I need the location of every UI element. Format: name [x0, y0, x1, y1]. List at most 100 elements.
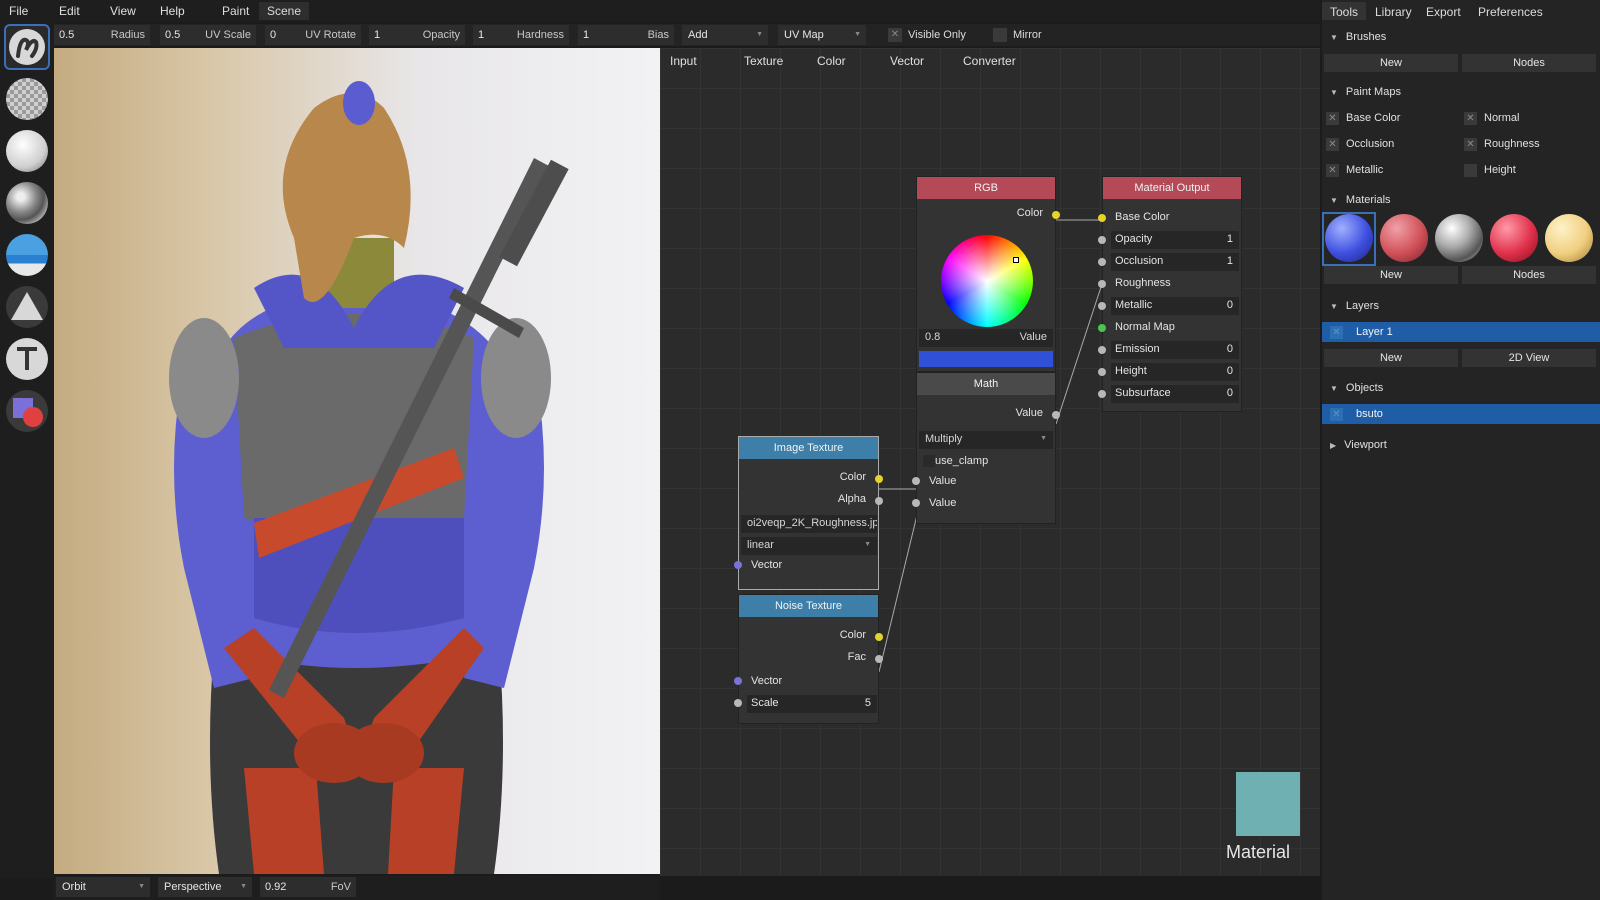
menu-edit[interactable]: Edit [59, 4, 80, 18]
image-texture-color-socket[interactable] [875, 475, 883, 483]
math-input-a-socket[interactable] [912, 477, 920, 485]
layer-new-button[interactable]: New [1324, 349, 1458, 367]
use-clamp-checkbox[interactable]: use_clamp [917, 453, 1055, 471]
node-menu-color[interactable]: Color [817, 54, 846, 68]
noise-texture-node[interactable]: Noise Texture Color Fac Vector Scale 5 [734, 594, 883, 724]
visible-only-checkbox[interactable]: ✕ Visible Only [888, 25, 988, 45]
noise-brush-icon[interactable] [6, 182, 48, 224]
layer-row[interactable]: ✕ Layer 1 [1322, 322, 1600, 342]
node-menu-texture[interactable]: Texture [744, 54, 783, 68]
material-output-input-socket[interactable] [1098, 214, 1106, 222]
material-output-node[interactable]: Material Output Base Color Opacity 1 Occlus… [1098, 176, 1242, 412]
3d-viewport[interactable] [54, 48, 660, 874]
rgb-value-slider[interactable]: 0.8 Value [919, 329, 1053, 347]
menu-help[interactable]: Help [160, 4, 185, 18]
noise-scale-slider[interactable]: Scale 5 [747, 695, 877, 713]
layers-section-header[interactable]: ▼ Layers [1330, 300, 1379, 312]
text-icon[interactable] [6, 338, 48, 380]
fill-brush-icon[interactable] [6, 234, 48, 276]
material-output-input-socket[interactable] [1098, 236, 1106, 244]
layer-decal-icon[interactable] [6, 390, 48, 432]
rgb-color-swatch[interactable] [919, 351, 1053, 367]
material-output-input-row[interactable]: Occlusion 1 [1098, 253, 1241, 271]
material-slot-red[interactable] [1380, 214, 1428, 262]
menu-view[interactable]: View [110, 4, 136, 18]
rgb-color-output-socket[interactable] [1052, 211, 1060, 219]
radius-field[interactable]: 0.5 Radius [54, 25, 150, 45]
clone-brush-icon[interactable] [6, 130, 48, 172]
material-slot-gold[interactable] [1545, 214, 1593, 262]
materials-section-header[interactable]: ▼ Materials [1330, 194, 1391, 206]
rgb-node[interactable]: RGB Color 0.8 Value [916, 176, 1060, 372]
material-output-input-row[interactable]: Roughness [1098, 275, 1241, 293]
paint-map-metallic[interactable]: ✕ Metallic [1326, 164, 1456, 178]
node-editor-canvas[interactable]: RGB Color 0.8 Value Material Output Base… [660, 48, 1320, 876]
math-value-output-socket[interactable] [1052, 411, 1060, 419]
tab-preferences[interactable]: Preferences [1470, 2, 1564, 20]
tab-tools[interactable]: Tools [1322, 2, 1367, 20]
material-output-input-row[interactable]: Subsurface 0 [1098, 385, 1241, 403]
tab-export[interactable]: Export [1418, 2, 1469, 20]
paint-map-occlusion[interactable]: ✕ Occlusion [1326, 138, 1456, 152]
material-output-input-row[interactable]: Height 0 [1098, 363, 1241, 381]
image-texture-alpha-socket[interactable] [875, 497, 883, 505]
triangle-shape-icon[interactable] [6, 286, 48, 328]
image-file-field[interactable]: oi2veqp_2K_Roughness.jp... [741, 515, 877, 533]
material-output-input-row[interactable]: Normal Map [1098, 319, 1241, 337]
brushes-section-header[interactable]: ▼ Brushes [1330, 31, 1386, 43]
material-output-input-row[interactable]: Base Color [1098, 209, 1241, 227]
material-output-input-socket[interactable] [1098, 258, 1106, 266]
viewport-section-header[interactable]: ▶ Viewport [1330, 439, 1387, 451]
material-output-input-socket[interactable] [1098, 302, 1106, 310]
material-output-input-row[interactable]: Metallic 0 [1098, 297, 1241, 315]
interpolation-select[interactable]: linear ▼ [741, 537, 877, 555]
material-slot-metal[interactable] [1435, 214, 1483, 262]
objects-section-header[interactable]: ▼ Objects [1330, 382, 1383, 394]
tab-scene[interactable]: Scene [259, 2, 310, 20]
mirror-checkbox[interactable]: Mirror [993, 25, 1073, 45]
material-slot-blue[interactable] [1325, 214, 1373, 262]
menu-file[interactable]: File [9, 4, 28, 18]
paint-brush-icon[interactable] [4, 24, 50, 70]
object-row[interactable]: ✕ bsuto [1322, 404, 1600, 424]
node-menu-vector[interactable]: Vector [890, 54, 924, 68]
uv-rotate-field[interactable]: 0 UV Rotate [265, 25, 361, 45]
projection-select[interactable]: UV Map ▼ [778, 25, 866, 45]
noise-scale-socket[interactable] [734, 699, 742, 707]
noise-fac-socket[interactable] [875, 655, 883, 663]
material-new-button[interactable]: New [1324, 266, 1458, 284]
brush-new-button[interactable]: New [1324, 54, 1458, 72]
paint-map-base-color[interactable]: ✕ Base Color [1326, 112, 1456, 126]
color-picker-handle[interactable] [1013, 257, 1019, 263]
tab-library[interactable]: Library [1367, 2, 1420, 20]
math-input-b-socket[interactable] [912, 499, 920, 507]
material-output-input-row[interactable]: Opacity 1 [1098, 231, 1241, 249]
material-nodes-button[interactable]: Nodes [1462, 266, 1596, 284]
material-output-input-socket[interactable] [1098, 324, 1106, 332]
material-output-input-socket[interactable] [1098, 368, 1106, 376]
material-output-input-row[interactable]: Emission 0 [1098, 341, 1241, 359]
image-texture-node[interactable]: Image Texture Color Alpha oi2veqp_2K_Rou… [734, 436, 883, 590]
fov-field[interactable]: 0.92 FoV [260, 877, 356, 897]
camera-mode-select[interactable]: Orbit ▼ [56, 877, 150, 897]
transparent-brush-icon[interactable] [6, 78, 48, 120]
paint-map-normal[interactable]: ✕ Normal [1464, 112, 1594, 126]
paint-maps-section-header[interactable]: ▼ Paint Maps [1330, 86, 1401, 98]
material-slot-crimson[interactable] [1490, 214, 1538, 262]
node-menu-converter[interactable]: Converter [963, 54, 1016, 68]
blend-mode-select[interactable]: Add ▼ [682, 25, 768, 45]
material-output-input-socket[interactable] [1098, 346, 1106, 354]
hardness-field[interactable]: 1 Hardness [473, 25, 569, 45]
paint-map-roughness[interactable]: ✕ Roughness [1464, 138, 1594, 152]
image-texture-vector-socket[interactable] [734, 561, 742, 569]
node-menu-input[interactable]: Input [670, 54, 697, 68]
noise-vector-socket[interactable] [734, 677, 742, 685]
bias-field[interactable]: 1 Bias [578, 25, 674, 45]
projection-mode-select[interactable]: Perspective ▼ [158, 877, 252, 897]
math-operation-select[interactable]: Multiply ▼ [919, 431, 1053, 449]
math-node[interactable]: Math Value Multiply ▼ use_clamp Value Va… [912, 372, 1060, 524]
layer-2d-view-button[interactable]: 2D View [1462, 349, 1596, 367]
color-wheel[interactable] [941, 235, 1033, 327]
opacity-field[interactable]: 1 Opacity [369, 25, 465, 45]
noise-color-socket[interactable] [875, 633, 883, 641]
